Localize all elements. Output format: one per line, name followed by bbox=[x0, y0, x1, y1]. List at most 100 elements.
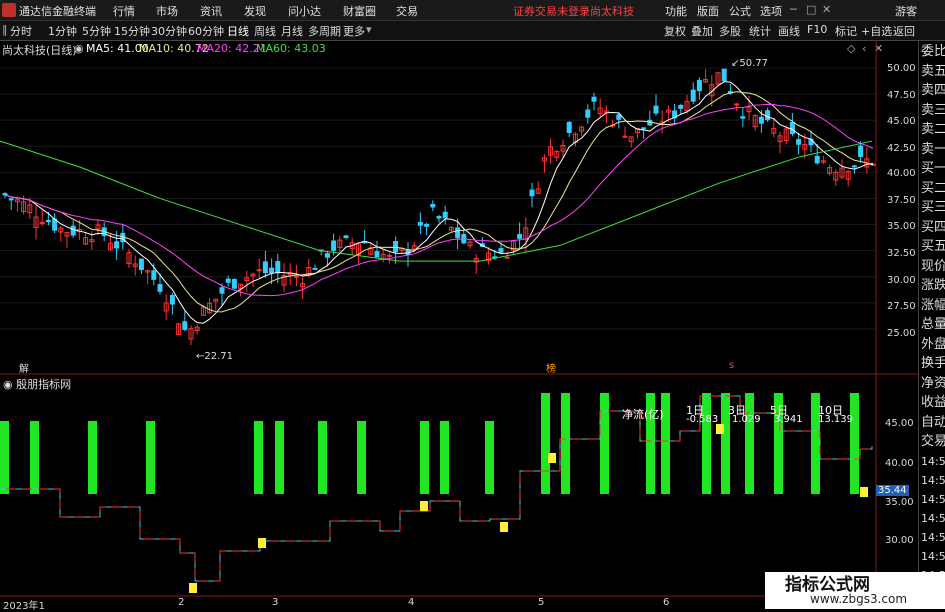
tab-more[interactable]: 更多 bbox=[343, 23, 365, 39]
menu-item-shichang[interactable]: 市场 bbox=[156, 3, 178, 19]
notice-stock: 尚太科技 bbox=[590, 5, 634, 18]
menu-item-zixun[interactable]: 资讯 bbox=[200, 3, 222, 19]
menu-item-faxian[interactable]: 发现 bbox=[244, 3, 266, 19]
candle-body bbox=[374, 251, 380, 258]
quote-field-13[interactable]: 涨幅 bbox=[921, 297, 945, 315]
tab-fenshi[interactable]: 分时 bbox=[10, 23, 32, 39]
quote-field-8[interactable]: 买三 bbox=[921, 199, 945, 217]
tab-weekly[interactable]: 周线 bbox=[254, 23, 276, 39]
candle-body bbox=[114, 241, 120, 249]
maximize-icon[interactable]: □ bbox=[806, 3, 816, 16]
quote-field-3[interactable]: 卖三 bbox=[921, 102, 945, 120]
quote-field-17[interactable]: 净资 bbox=[921, 375, 945, 393]
tick-time-2: 14:56 bbox=[921, 493, 945, 506]
candle-body bbox=[2, 193, 8, 196]
indicator-bar bbox=[275, 421, 284, 494]
quote-field-11[interactable]: 现价 bbox=[921, 258, 945, 276]
tool-f10[interactable]: F10 bbox=[807, 23, 827, 36]
menu-item-caifuquan[interactable]: 财富圈 bbox=[343, 3, 376, 19]
candle-body bbox=[324, 253, 330, 258]
quote-field-4[interactable]: 卖二 bbox=[921, 121, 945, 139]
quote-field-5[interactable]: 卖一 bbox=[921, 141, 945, 159]
quote-panel: 委比卖五 卖四卖三 卖二卖一 买一买二 买三买四 买五现价 涨跌涨幅 总量外盘 换手净资 收益自动… bbox=[918, 41, 945, 609]
low-annotation: ←22.71 bbox=[196, 351, 234, 362]
menu-item-wenxiaoda[interactable]: 问小达 bbox=[288, 3, 321, 19]
indicator-marker bbox=[189, 583, 197, 593]
tool-add-watchlist[interactable]: +自选 bbox=[861, 23, 892, 39]
tab-15min[interactable]: 15分钟 bbox=[114, 23, 150, 39]
quote-field-1[interactable]: 卖五 bbox=[921, 63, 945, 81]
quote-field-18[interactable]: 收益 bbox=[921, 394, 945, 412]
minimize-icon[interactable]: ─ bbox=[790, 3, 797, 16]
quote-field-15[interactable]: 外盘 bbox=[921, 336, 945, 354]
jie-marker[interactable]: 解 bbox=[19, 360, 29, 375]
tool-duogu[interactable]: 多股 bbox=[719, 23, 741, 39]
more-chevron-icon[interactable]: ▾ bbox=[366, 23, 372, 36]
quote-field-14[interactable]: 总量 bbox=[921, 316, 945, 334]
indicator-bar bbox=[30, 421, 39, 494]
quote-field-7[interactable]: 买二 bbox=[921, 180, 945, 198]
menu-item-hangqing[interactable]: 行情 bbox=[113, 3, 135, 19]
quote-field-19[interactable]: 自动 bbox=[921, 414, 945, 432]
tool-tongji[interactable]: 统计 bbox=[749, 23, 771, 39]
tab-multi-period[interactable]: 多周期 bbox=[308, 23, 341, 39]
tool-biaoji[interactable]: 标记 bbox=[835, 23, 857, 39]
menu-item-gongneng[interactable]: 功能 bbox=[665, 3, 687, 19]
quote-field-2[interactable]: 卖四 bbox=[921, 82, 945, 100]
indicator-bar bbox=[440, 421, 449, 494]
chart-area[interactable] bbox=[0, 41, 918, 609]
quote-field-20[interactable]: 交易 bbox=[921, 433, 945, 451]
candle-body bbox=[269, 267, 275, 274]
menu-item-jiaoyi[interactable]: 交易 bbox=[396, 3, 418, 19]
quote-field-10[interactable]: 买五 bbox=[921, 238, 945, 256]
candle-body bbox=[765, 110, 771, 121]
tab-60min[interactable]: 60分钟 bbox=[188, 23, 224, 39]
period-toolbar: ‖ 分时 1分钟 5分钟 15分钟 30分钟 60分钟 日线 周线 月线 多周期… bbox=[0, 21, 945, 41]
indicator-step-line bbox=[0, 395, 873, 593]
candle-body bbox=[430, 203, 436, 208]
candle-body bbox=[690, 89, 696, 102]
candle-body bbox=[331, 240, 337, 251]
tab-1min[interactable]: 1分钟 bbox=[48, 23, 77, 39]
tool-back[interactable]: 返回 bbox=[893, 23, 915, 39]
indicator-bar bbox=[146, 421, 155, 494]
candle-body bbox=[343, 235, 349, 239]
tool-huaxian[interactable]: 画线 bbox=[778, 23, 800, 39]
close-icon[interactable]: ✕ bbox=[822, 3, 831, 16]
tab-daily[interactable]: 日线 bbox=[227, 23, 249, 39]
candle-body bbox=[641, 127, 647, 130]
user-guest[interactable]: 游客 bbox=[895, 3, 917, 19]
menu-item-banmian[interactable]: 版面 bbox=[697, 3, 719, 19]
quote-field-12[interactable]: 涨跌 bbox=[921, 277, 945, 295]
menu-item-xuanxiang[interactable]: 选项 bbox=[760, 3, 782, 19]
price-tick-3: 42.50 bbox=[887, 143, 916, 154]
toolbar-menu-icon[interactable]: ‖ bbox=[2, 23, 8, 36]
quote-field-6[interactable]: 买一 bbox=[921, 160, 945, 178]
s-marker[interactable]: s bbox=[729, 360, 734, 371]
login-notice[interactable]: 证券交易未登录 bbox=[513, 3, 590, 19]
quote-field-0[interactable]: 委比 bbox=[921, 43, 945, 61]
tab-30min[interactable]: 30分钟 bbox=[151, 23, 187, 39]
bang-marker[interactable]: 榜 bbox=[546, 360, 556, 375]
value-1d: -0.583 bbox=[686, 414, 719, 425]
tool-diejia[interactable]: 叠加 bbox=[691, 23, 713, 39]
candle-body bbox=[734, 103, 740, 106]
app-logo-icon bbox=[2, 3, 16, 17]
tab-monthly[interactable]: 月线 bbox=[281, 23, 303, 39]
candle-body bbox=[182, 321, 188, 330]
indicator-bar bbox=[0, 421, 9, 494]
price-tick-6: 35.00 bbox=[887, 221, 916, 232]
candle-body bbox=[442, 211, 448, 219]
candle-body bbox=[796, 139, 802, 145]
candle-body bbox=[653, 105, 659, 114]
candle-body bbox=[789, 122, 795, 135]
tool-fuquan[interactable]: 复权 bbox=[664, 23, 686, 39]
indicator-bar bbox=[561, 393, 570, 494]
menu-item-gongshi[interactable]: 公式 bbox=[729, 3, 751, 19]
price-tick-8: 30.00 bbox=[887, 275, 916, 286]
quote-field-9[interactable]: 买四 bbox=[921, 219, 945, 237]
tab-5min[interactable]: 5分钟 bbox=[82, 23, 111, 39]
quote-field-16[interactable]: 换手 bbox=[921, 355, 945, 373]
candle-body bbox=[585, 109, 591, 118]
ma60-line bbox=[0, 140, 873, 262]
